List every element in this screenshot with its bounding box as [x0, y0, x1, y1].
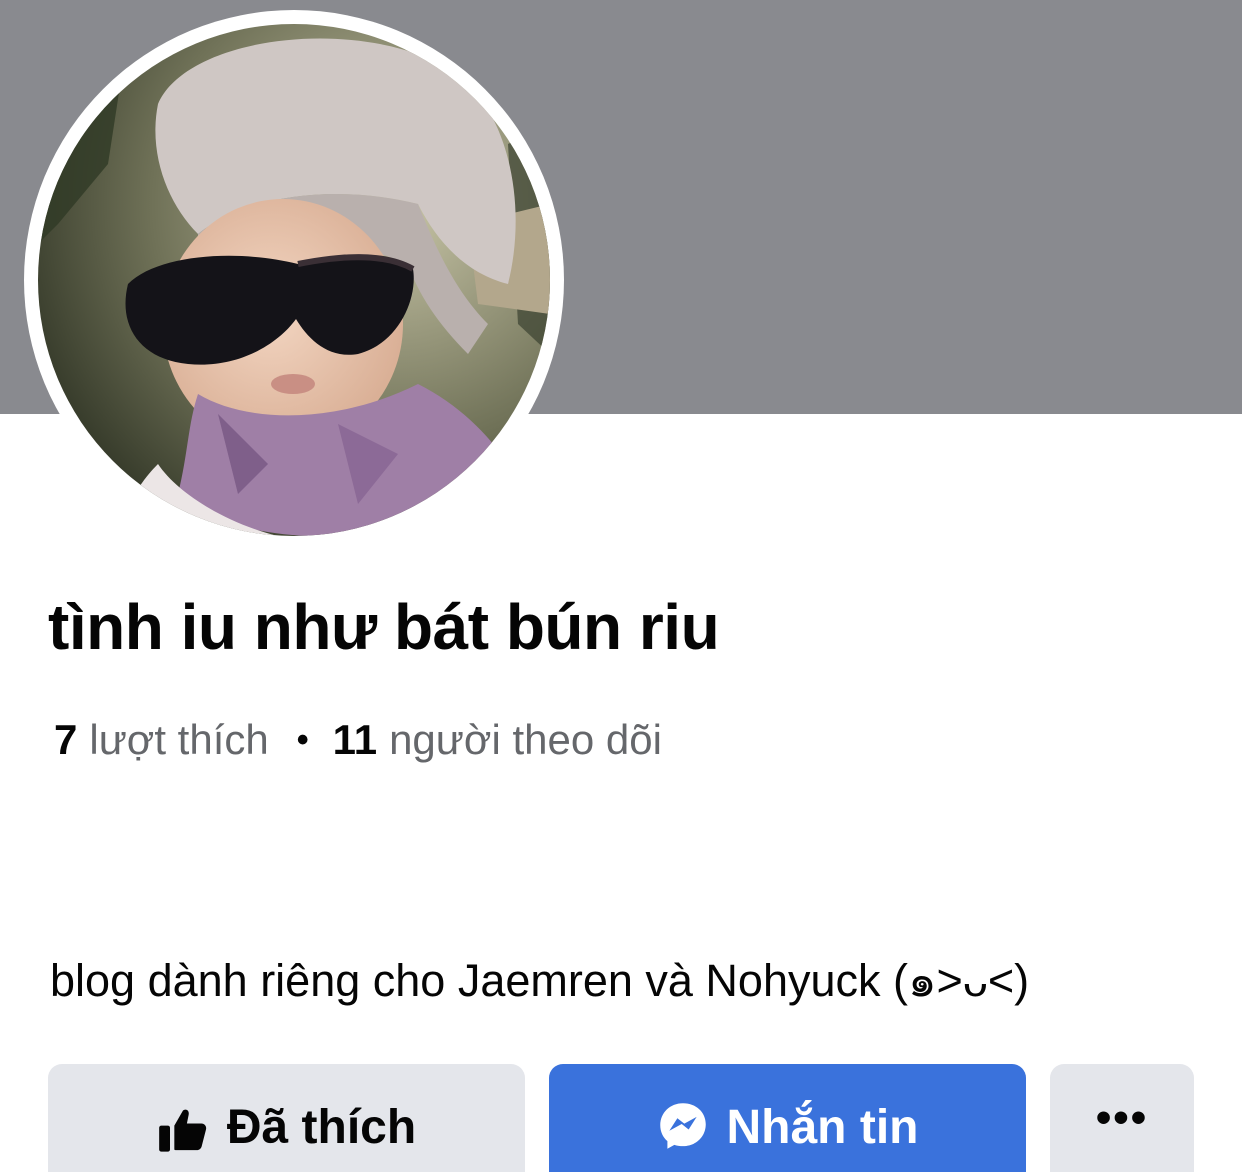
liked-button[interactable]: Đã thích [48, 1064, 525, 1172]
message-button[interactable]: Nhắn tin [549, 1064, 1026, 1172]
followers-count: 11 [332, 716, 378, 763]
page-bio: blog dành riêng cho Jaemren và Nohyuck (… [50, 955, 1030, 1006]
messenger-icon [657, 1100, 709, 1152]
more-options-button[interactable]: ••• [1050, 1064, 1194, 1172]
stats-separator: • [296, 720, 309, 759]
likes-count: 7 [54, 716, 78, 763]
message-label: Nhắn tin [726, 1101, 919, 1154]
page-profile: tình iu như bát bún riu 7 lượt thích • 1… [0, 0, 1242, 1172]
likes-label[interactable]: lượt thích [89, 716, 268, 764]
thumbs-up-icon [157, 1104, 209, 1156]
liked-label: Đã thích [226, 1101, 417, 1154]
page-title: tình iu như bát bún riu [48, 591, 720, 663]
more-options-icon: ••• [1095, 1093, 1149, 1142]
profile-avatar[interactable] [38, 24, 550, 536]
followers-label[interactable]: người theo dõi [389, 716, 662, 764]
page-stats: 7 lượt thích • 11 người theo dõi [54, 716, 662, 764]
